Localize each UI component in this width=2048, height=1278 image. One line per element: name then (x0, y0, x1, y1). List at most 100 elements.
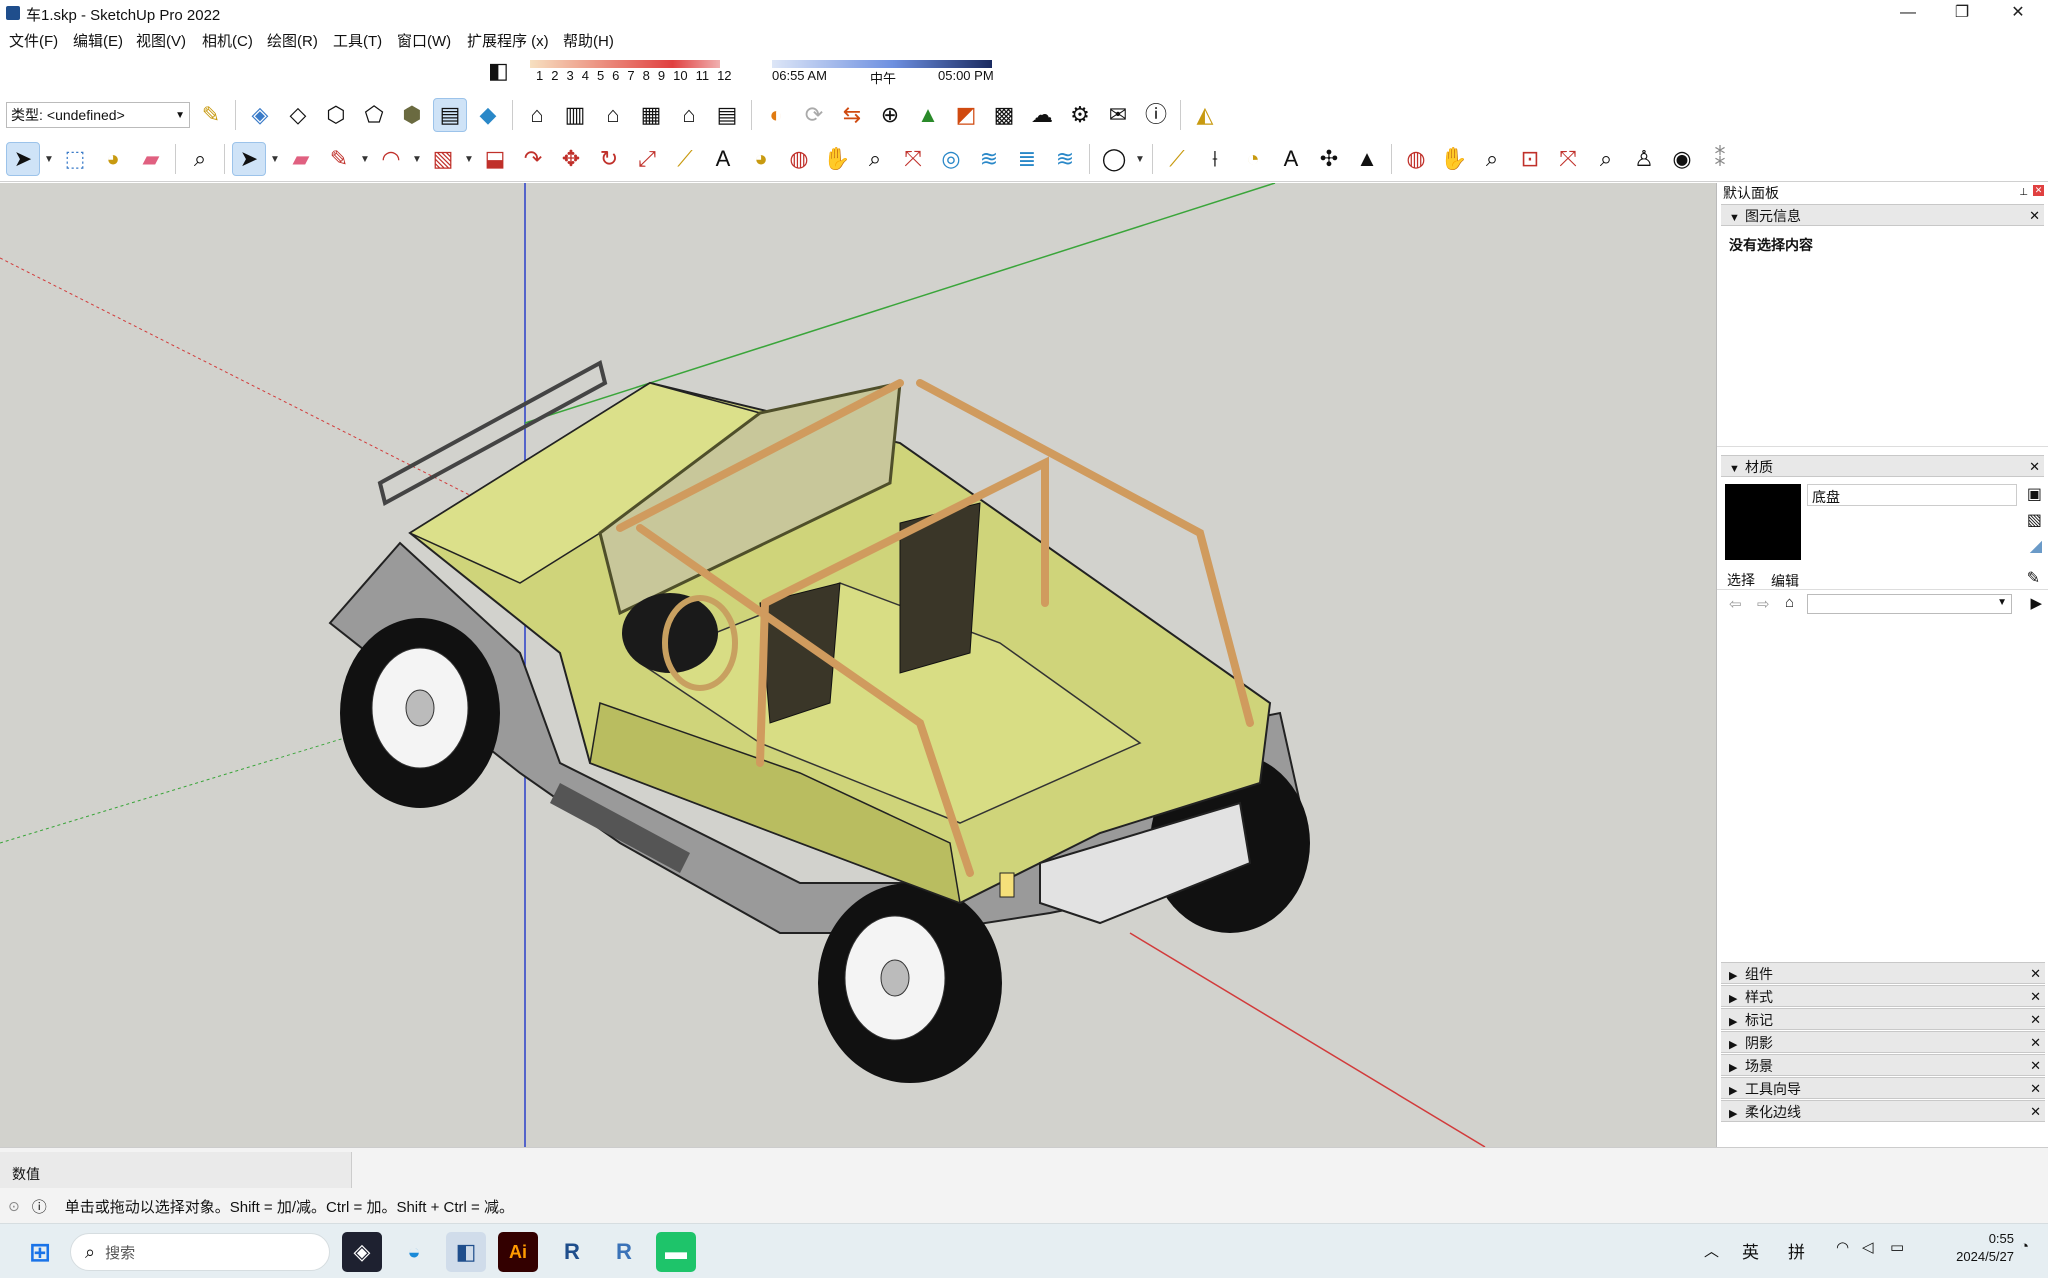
instructor-header[interactable]: ▶ 工具向导 ✕ (1721, 1077, 2045, 1099)
wireframe-icon[interactable]: ⬡ (319, 98, 353, 132)
solid-outer-shell-icon[interactable]: ◎ (934, 142, 968, 176)
warehouse-icon[interactable]: ◐ (759, 98, 793, 132)
geo-location-icon[interactable]: ⊙ (8, 1198, 20, 1215)
close-icon[interactable]: ✕ (2029, 456, 2040, 478)
back-edges-icon[interactable]: ◇ (281, 98, 315, 132)
material-sample-icon[interactable]: ◢ (2030, 536, 2042, 556)
pan-icon[interactable]: ✋ (820, 142, 854, 176)
minimize-button[interactable]: — (1880, 0, 1936, 26)
scenes-header[interactable]: ▶ 场景 ✕ (1721, 1054, 2045, 1076)
dimension-icon[interactable]: ⟊ (1198, 142, 1232, 176)
tags-header[interactable]: ▶ 标记 ✕ (1721, 1008, 2045, 1030)
battery-icon[interactable]: ▭ (1890, 1238, 1904, 1256)
menu-window[interactable]: 窗口(W) (397, 30, 451, 51)
create-material-icon[interactable]: ▣ (2027, 484, 2042, 504)
monochrome-icon[interactable]: ◆ (471, 98, 505, 132)
line-tool-icon[interactable]: ✎ (322, 142, 356, 176)
revit-icon[interactable]: R (552, 1232, 592, 1272)
notification-bell-icon[interactable]: ◔ (2020, 1238, 2029, 1255)
home-icon[interactable]: ⌂ (1785, 594, 1794, 611)
menu-draw[interactable]: 绘图(R) (267, 30, 318, 51)
close-button[interactable]: ✕ (1990, 0, 2046, 26)
position-camera-icon[interactable]: ♙ (1627, 142, 1661, 176)
orbit-view-icon[interactable]: ◍ (1399, 142, 1433, 176)
push-pull-icon[interactable]: ⬓ (478, 142, 512, 176)
menu-help[interactable]: 帮助(H) (563, 30, 614, 51)
menu-extensions[interactable]: 扩展程序 (x) (467, 30, 549, 51)
info-icon[interactable]: ⓘ (32, 1196, 47, 1217)
shaded-icon[interactable]: ⬢ (395, 98, 429, 132)
illustrator-icon[interactable]: Ai (498, 1232, 538, 1272)
zoom-extents-view-icon[interactable]: ⤧ (1551, 142, 1585, 176)
solid-union-icon[interactable]: ≣ (1010, 142, 1044, 176)
xray-icon[interactable]: ◈ (243, 98, 277, 132)
shaded-textures-icon[interactable]: ▤ (433, 98, 467, 132)
eraser-icon[interactable]: ▰ (134, 142, 168, 176)
back-icon[interactable]: ⇦ (1729, 595, 1742, 613)
gear-icon[interactable]: ⚙ (1063, 98, 1097, 132)
cloud-upload-icon[interactable]: ☁ (1025, 98, 1059, 132)
zoom-view-icon[interactable]: ⌕ (1475, 142, 1509, 176)
zoom-icon[interactable]: ⌕ (858, 142, 892, 176)
taskbar-search[interactable]: ⌕ 搜索 (70, 1233, 330, 1271)
edge-browser-icon[interactable]: ◒ (394, 1232, 434, 1272)
wifi-icon[interactable]: ◠ (1836, 1238, 1849, 1256)
layout-icon[interactable]: ◩ (949, 98, 983, 132)
styles-header[interactable]: ▶ 样式 ✕ (1721, 985, 2045, 1007)
materials-list[interactable] (1717, 618, 2048, 978)
menu-file[interactable]: 文件(F) (9, 30, 58, 51)
texture-checker-icon[interactable]: ▩ (987, 98, 1021, 132)
sync-icon[interactable]: ⟳ (797, 98, 831, 132)
solid-subtract-icon[interactable]: ≋ (1048, 142, 1082, 176)
iso-view-icon[interactable]: ⌂ (520, 98, 554, 132)
zoom-search-icon[interactable]: ⌕ (183, 142, 217, 176)
shadows-header[interactable]: ▶ 阴影 ✕ (1721, 1031, 2045, 1053)
close-icon[interactable]: ✕ (2030, 1032, 2041, 1054)
tab-edit[interactable]: 编辑 (1771, 571, 1799, 591)
account-icon[interactable]: ◯ (1097, 142, 1131, 176)
menu-edit[interactable]: 编辑(E) (73, 30, 123, 51)
add-location-icon[interactable]: ⊕ (873, 98, 907, 132)
eyedropper-icon[interactable]: ✎ (2027, 568, 2040, 588)
move-tool-icon[interactable]: ✥ (554, 142, 588, 176)
scale-tool-icon[interactable]: ⤢ (630, 142, 664, 176)
material-swatch[interactable] (1725, 484, 1801, 560)
share-model-icon[interactable]: ⇆ (835, 98, 869, 132)
app-icon-dark[interactable]: ◈ (342, 1232, 382, 1272)
right-view-icon[interactable]: ▦ (634, 98, 668, 132)
3d-text-icon[interactable]: ▲ (1350, 142, 1384, 176)
clock[interactable]: 0:55 2024/5/27 (1924, 1230, 2014, 1266)
menu-camera[interactable]: 相机(C) (202, 30, 253, 51)
tray-close-icon[interactable]: ✕ (2033, 185, 2044, 196)
eraser-tool-icon[interactable]: ▰ (284, 142, 318, 176)
previous-view-icon[interactable]: ⌕ (1589, 142, 1623, 176)
close-icon[interactable]: ✕ (2030, 1009, 2041, 1031)
select-tool-icon[interactable]: ➤ (6, 142, 40, 176)
paint-tool-icon[interactable]: ◕ (744, 142, 778, 176)
hidden-line-icon[interactable]: ⬠ (357, 98, 391, 132)
close-icon[interactable]: ✕ (2030, 986, 2041, 1008)
mirror-icon[interactable]: ◭ (1188, 98, 1222, 132)
label-text-icon[interactable]: A (1274, 142, 1308, 176)
solid-intersect-icon[interactable]: ≋ (972, 142, 1006, 176)
close-icon[interactable]: ✕ (2030, 1101, 2041, 1123)
measurements-box[interactable]: 数值 (0, 1152, 352, 1188)
close-icon[interactable]: ✕ (2029, 205, 2040, 227)
rotate-tool-icon[interactable]: ↻ (592, 142, 626, 176)
volume-icon[interactable]: ◁ (1862, 1238, 1874, 1256)
zoom-extents-icon[interactable]: ⤧ (896, 142, 930, 176)
maximize-button[interactable]: ❐ (1934, 0, 1990, 26)
back-view-icon[interactable]: ⌂ (672, 98, 706, 132)
tape-measure-icon[interactable]: ⟋ (668, 142, 702, 176)
mail-icon[interactable]: ✉ (1101, 98, 1135, 132)
components-header[interactable]: ▶ 组件 ✕ (1721, 962, 2045, 984)
axes-icon[interactable]: ✣ (1312, 142, 1346, 176)
close-icon[interactable]: ✕ (2030, 1055, 2041, 1077)
month-slider[interactable] (530, 60, 720, 68)
follow-me-icon[interactable]: ↷ (516, 142, 550, 176)
zoom-window-icon[interactable]: ⊡ (1513, 142, 1547, 176)
tag-selector[interactable]: 类型: <undefined> ▼ (6, 102, 190, 128)
tab-select[interactable]: 选择 (1727, 570, 1755, 590)
rectangle-tool-icon[interactable]: ▧ (426, 142, 460, 176)
select-arrow-icon[interactable]: ➤ (232, 142, 266, 176)
